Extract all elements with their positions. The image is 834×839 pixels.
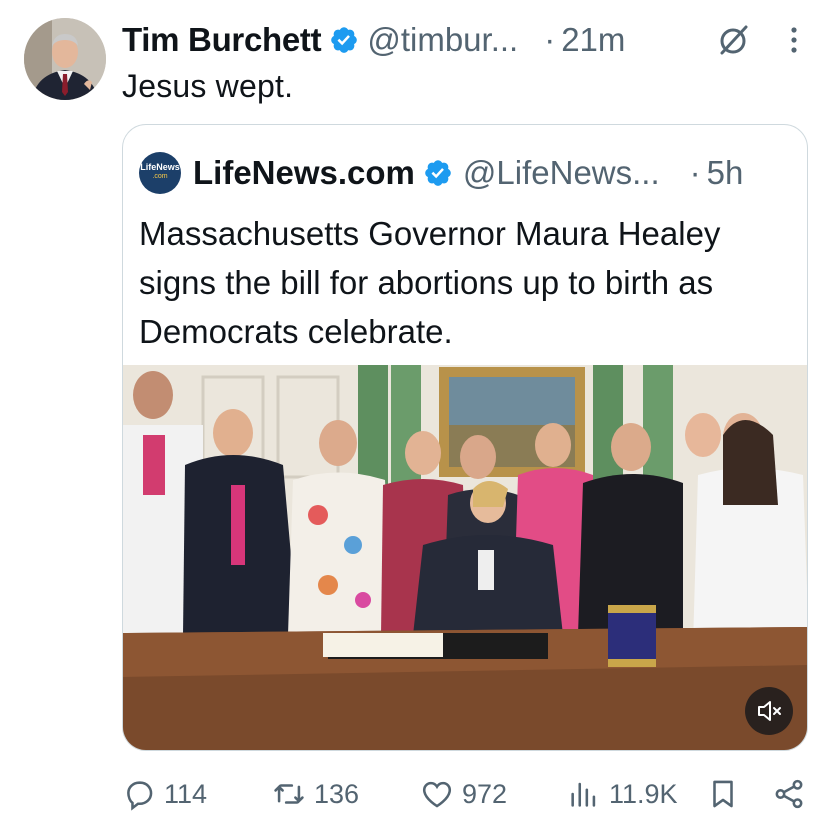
quoted-author-avatar[interactable]: LifeNews .com	[139, 152, 181, 194]
bookmark-button[interactable]	[706, 770, 740, 818]
views-bar-chart-icon	[571, 782, 596, 807]
retweet-icon	[274, 784, 304, 804]
quoted-avatar-logo-sub: .com	[152, 173, 168, 180]
quoted-tweet-text: Massachusetts Governor Maura Healey sign…	[139, 215, 721, 350]
quoted-tweet-card[interactable]: LifeNews .com LifeNews.com @LifeNews... …	[122, 124, 808, 751]
tweet-timestamp[interactable]: 21m	[561, 21, 625, 59]
like-count: 972	[462, 778, 508, 809]
quoted-tweet-timestamp[interactable]: 5h	[707, 154, 744, 192]
bookmark-icon	[713, 780, 733, 808]
heart-icon	[422, 781, 452, 808]
author-handle[interactable]: @timbur...	[367, 21, 518, 59]
verified-badge-icon	[423, 158, 453, 188]
separator-dot: ·	[544, 21, 556, 58]
more-dots-icon[interactable]	[782, 20, 806, 60]
share-icon	[775, 779, 803, 809]
quoted-tweet-header: LifeNews .com LifeNews.com @LifeNews... …	[139, 149, 743, 197]
mute-toggle-button[interactable]	[745, 687, 793, 735]
reply-icon	[127, 781, 153, 811]
views-button[interactable]: 11.9K	[567, 770, 678, 818]
action-bar: 114 136 972 11.9K	[122, 770, 812, 818]
tweet-text: Jesus wept.	[122, 68, 294, 104]
retweet-count: 136	[314, 778, 360, 809]
like-button[interactable]: 972	[420, 770, 507, 818]
reply-count: 114	[164, 778, 208, 809]
grok-icon[interactable]	[716, 22, 752, 58]
separator-dot: ·	[689, 154, 701, 191]
author-avatar[interactable]	[24, 18, 106, 100]
reply-button[interactable]: 114	[122, 770, 207, 818]
quoted-author-handle[interactable]: @LifeNews...	[463, 154, 660, 192]
quoted-author-name[interactable]: LifeNews.com	[193, 154, 415, 192]
tweet-header: Tim Burchett @timbur... · 21m	[122, 18, 625, 62]
retweet-button[interactable]: 136	[272, 770, 359, 818]
volume-muted-icon	[758, 701, 781, 721]
share-button[interactable]	[772, 770, 806, 818]
quoted-avatar-logo-text: LifeNews	[140, 162, 180, 172]
quoted-video-media[interactable]	[123, 365, 807, 750]
views-count: 11.9K	[609, 778, 678, 809]
author-name[interactable]: Tim Burchett	[122, 21, 322, 59]
verified-badge-icon[interactable]	[329, 25, 359, 55]
